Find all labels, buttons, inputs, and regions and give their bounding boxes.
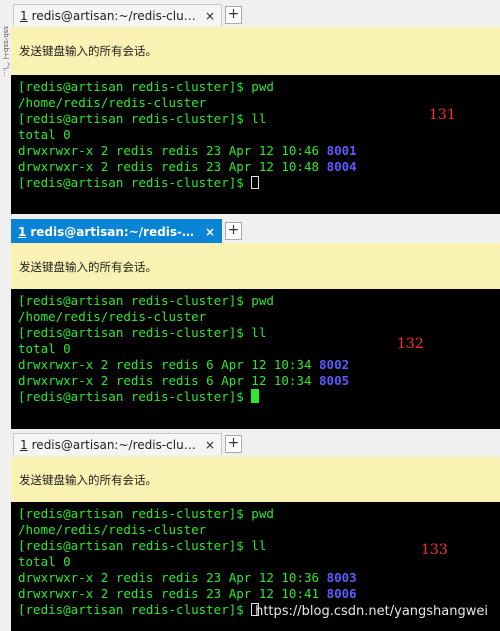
terminal-line: drwxrwxr-x 2 redis redis 23 Apr 12 10:46… [18, 143, 500, 159]
terminal-line: /home/redis/redis-cluster [18, 522, 207, 537]
terminal-line: drwxrwxr-x 2 redis redis 23 Apr 12 10:48… [18, 159, 500, 175]
terminal-line: [redis@artisan redis-cluster]$ pwd [18, 293, 274, 308]
terminal-line: total 0 [18, 341, 71, 356]
terminal-line: [redis@artisan redis-cluster]$ ll [18, 325, 267, 340]
directory-name: 8006 [326, 586, 357, 601]
directory-name: 8002 [319, 357, 350, 372]
listing-text: drwxrwxr-x 2 redis redis 23 Apr 12 10:46 [18, 143, 327, 158]
tab-number: 1 [18, 224, 27, 239]
server-label: 133 [421, 542, 448, 558]
close-icon[interactable]: × [205, 9, 215, 23]
tab-bar: 1 redis@artisan:~/redis-clust... × + [11, 216, 500, 243]
directory-name: 8001 [326, 143, 357, 158]
watermark: https://blog.csdn.net/yangshangwei [255, 604, 488, 619]
listing-text: drwxrwxr-x 2 redis redis 23 Apr 12 10:41 [18, 586, 327, 601]
directory-name: 8005 [319, 373, 350, 388]
session-tab[interactable]: 1 redis@artisan:~/redis-cluster × [13, 433, 222, 455]
terminal-output[interactable]: [redis@artisan redis-cluster]$ pwd /home… [11, 289, 500, 429]
terminal-line: total 0 [18, 127, 71, 142]
new-tab-button[interactable]: + [225, 222, 242, 240]
prompt-text: [redis@artisan redis-cluster]$ [18, 602, 252, 617]
terminal-line: drwxrwxr-x 2 redis redis 23 Apr 12 10:36… [18, 570, 500, 586]
terminal-line: [redis@artisan redis-cluster]$ ll [18, 111, 267, 126]
prompt-text: [redis@artisan redis-cluster]$ [18, 175, 252, 190]
tab-bar: 1 redis@artisan:~/redis-cluster × + [11, 0, 500, 27]
server-label: 131 [429, 107, 456, 123]
listing-text: drwxrwxr-x 2 redis redis 6 Apr 12 10:34 [18, 357, 320, 372]
terminal-line: drwxrwxr-x 2 redis redis 6 Apr 12 10:34 … [18, 357, 500, 373]
tab-title: redis@artisan:~/redis-cluster [31, 8, 201, 23]
new-tab-button[interactable]: + [225, 6, 242, 24]
cursor [251, 389, 260, 403]
tab-number: 1 [20, 8, 28, 23]
new-tab-button[interactable]: + [225, 435, 242, 453]
session-tab[interactable]: 1 redis@artisan:~/redis-cluster × [13, 4, 222, 26]
prompt-text: [redis@artisan redis-cluster]$ [18, 389, 252, 404]
tab-bar: 1 redis@artisan:~/redis-cluster × + [11, 429, 500, 457]
terminal-output[interactable]: [redis@artisan redis-cluster]$ pwd /home… [11, 75, 500, 214]
terminal-line: drwxrwxr-x 2 redis redis 6 Apr 12 10:34 … [18, 373, 500, 389]
terminal-line: /home/redis/redis-cluster [18, 95, 207, 110]
terminal-line: [redis@artisan redis-cluster]$ pwd [18, 79, 274, 94]
broadcast-notice: 发送键盘输入的所有会话。 [11, 27, 500, 75]
terminal-line: [redis@artisan redis-cluster]$ [18, 175, 500, 191]
tab-title: redis@artisan:~/redis-cluster [31, 437, 201, 452]
server-label: 132 [397, 336, 424, 352]
directory-name: 8003 [326, 570, 357, 585]
listing-text: drwxrwxr-x 2 redis redis 23 Apr 12 10:48 [18, 159, 327, 174]
tab-title: redis@artisan:~/redis-clust... [30, 224, 201, 239]
directory-name: 8004 [326, 159, 357, 174]
listing-text: drwxrwxr-x 2 redis redis 6 Apr 12 10:34 [18, 373, 320, 388]
broadcast-notice: 发送键盘输入的所有会话。 [11, 457, 500, 502]
terminal-line: [redis@artisan redis-cluster]$ [18, 389, 500, 405]
close-icon[interactable]: × [205, 225, 215, 239]
terminal-line: [redis@artisan redis-cluster]$ pwd [18, 506, 274, 521]
tab-number: 1 [20, 437, 28, 452]
terminal-line: drwxrwxr-x 2 redis redis 23 Apr 12 10:41… [18, 586, 500, 602]
listing-text: drwxrwxr-x 2 redis redis 23 Apr 12 10:36 [18, 570, 327, 585]
left-strip-text: ssb-ssb上 ^\… [2, 26, 10, 77]
close-icon[interactable]: × [205, 438, 215, 452]
cursor [251, 176, 260, 189]
terminal-line: /home/redis/redis-cluster [18, 309, 207, 324]
session-tab[interactable]: 1 redis@artisan:~/redis-clust... × [11, 219, 222, 243]
broadcast-notice: 发送键盘输入的所有会话。 [11, 243, 500, 291]
